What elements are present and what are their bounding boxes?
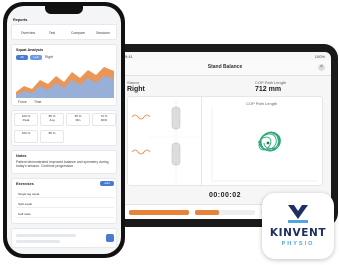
stat-box: 65 % Min [66,113,90,126]
close-button[interactable]: × [318,64,325,71]
bottom-bar-2 [16,240,60,243]
balance-panel: COP Path Length [127,96,323,187]
add-exercise-button[interactable]: Add [100,181,114,186]
notes-card: Notes Patient demonstrated improved bala… [11,150,117,174]
tabs-card: Overview Test Compare Sessions [11,24,117,40]
legend-time: Time [34,100,42,104]
stat-box: 85 % Avg [40,113,64,126]
cop-path-chart [211,107,318,182]
progress-track-1 [129,210,189,215]
tab-compare[interactable]: Compare [66,31,90,35]
stat-label: Avg [49,117,55,122]
stat-box: 72 % RFD [92,113,116,126]
analysis-card: Squat Analysis All Left Right Force Time [11,44,117,106]
filter-right-button[interactable]: Right [45,55,53,59]
kinvent-logo-icon [288,205,308,223]
stats-card: 100 % Peak 85 % Avg 65 % Min 72 % RFD 100 % … [11,110,117,146]
panel-caption: COP Path Length [246,101,278,106]
panel-divider [201,97,202,187]
cop-label: COP Path Length [255,80,287,85]
stat-box: 100 % [14,130,38,143]
tablet-status-time: 9:41 [125,54,133,59]
tab-sessions[interactable]: Sessions [91,31,115,35]
cop-trace [257,131,281,152]
tablet-status-bar: 9:41 100% [119,52,331,60]
progress-track-2 [195,210,255,215]
section-title: Squat Analysis [16,48,44,52]
legend-force: Force [18,100,27,104]
stance-label: Stance [127,80,140,85]
filter-all-button[interactable]: All [16,55,28,60]
left-force-trace [131,114,151,120]
bottom-bar-1 [16,234,76,237]
exercises-card: Exercises Add Single leg squat Split squ… [11,178,117,224]
tablet-status-battery: 100% [314,54,325,59]
left-force-trace-2 [131,149,151,155]
stat-label: RFD [100,117,108,122]
brand-subtitle: PHYSIO [281,241,315,247]
tablet-title-bar: Stand Balance × [119,60,331,76]
kinvent-app-icon[interactable]: KINVENT PHYSIO [262,193,334,259]
phone-device: Reports Overview Test Compare Sessions S… [3,2,125,258]
tab-overview[interactable]: Overview [16,31,40,35]
stat-box: 100 % Peak [14,113,38,126]
cop-center-point [266,141,270,145]
stat-box: 85 % [40,130,64,143]
stance-value: Right [127,86,145,93]
list-item[interactable]: Calf raise [16,209,114,218]
stat-label: Min [75,117,81,122]
brand-name: KINVENT [269,227,327,239]
bottom-card [11,228,117,248]
notes-text: Patient demonstrated improved balance an… [16,160,109,169]
tablet-page-title: Stand Balance [207,64,243,70]
phone-screen: Reports Overview Test Compare Sessions S… [7,6,121,254]
exercises-title: Exercises [16,182,34,186]
bottom-action-button[interactable] [106,234,114,242]
tab-test[interactable]: Test [40,31,64,35]
phone-header: Reports [13,18,28,22]
foot-force-graphic [131,101,198,183]
list-item[interactable]: Single leg squat [16,189,114,198]
filter-left-button[interactable]: Left [30,55,42,60]
notes-title: Notes [16,154,27,158]
cop-value: 712 mm [255,86,282,93]
force-area-chart [16,67,114,98]
phone-notch [45,6,83,14]
list-item[interactable]: Split squat [16,199,114,208]
stat-label: Peak [22,117,30,122]
